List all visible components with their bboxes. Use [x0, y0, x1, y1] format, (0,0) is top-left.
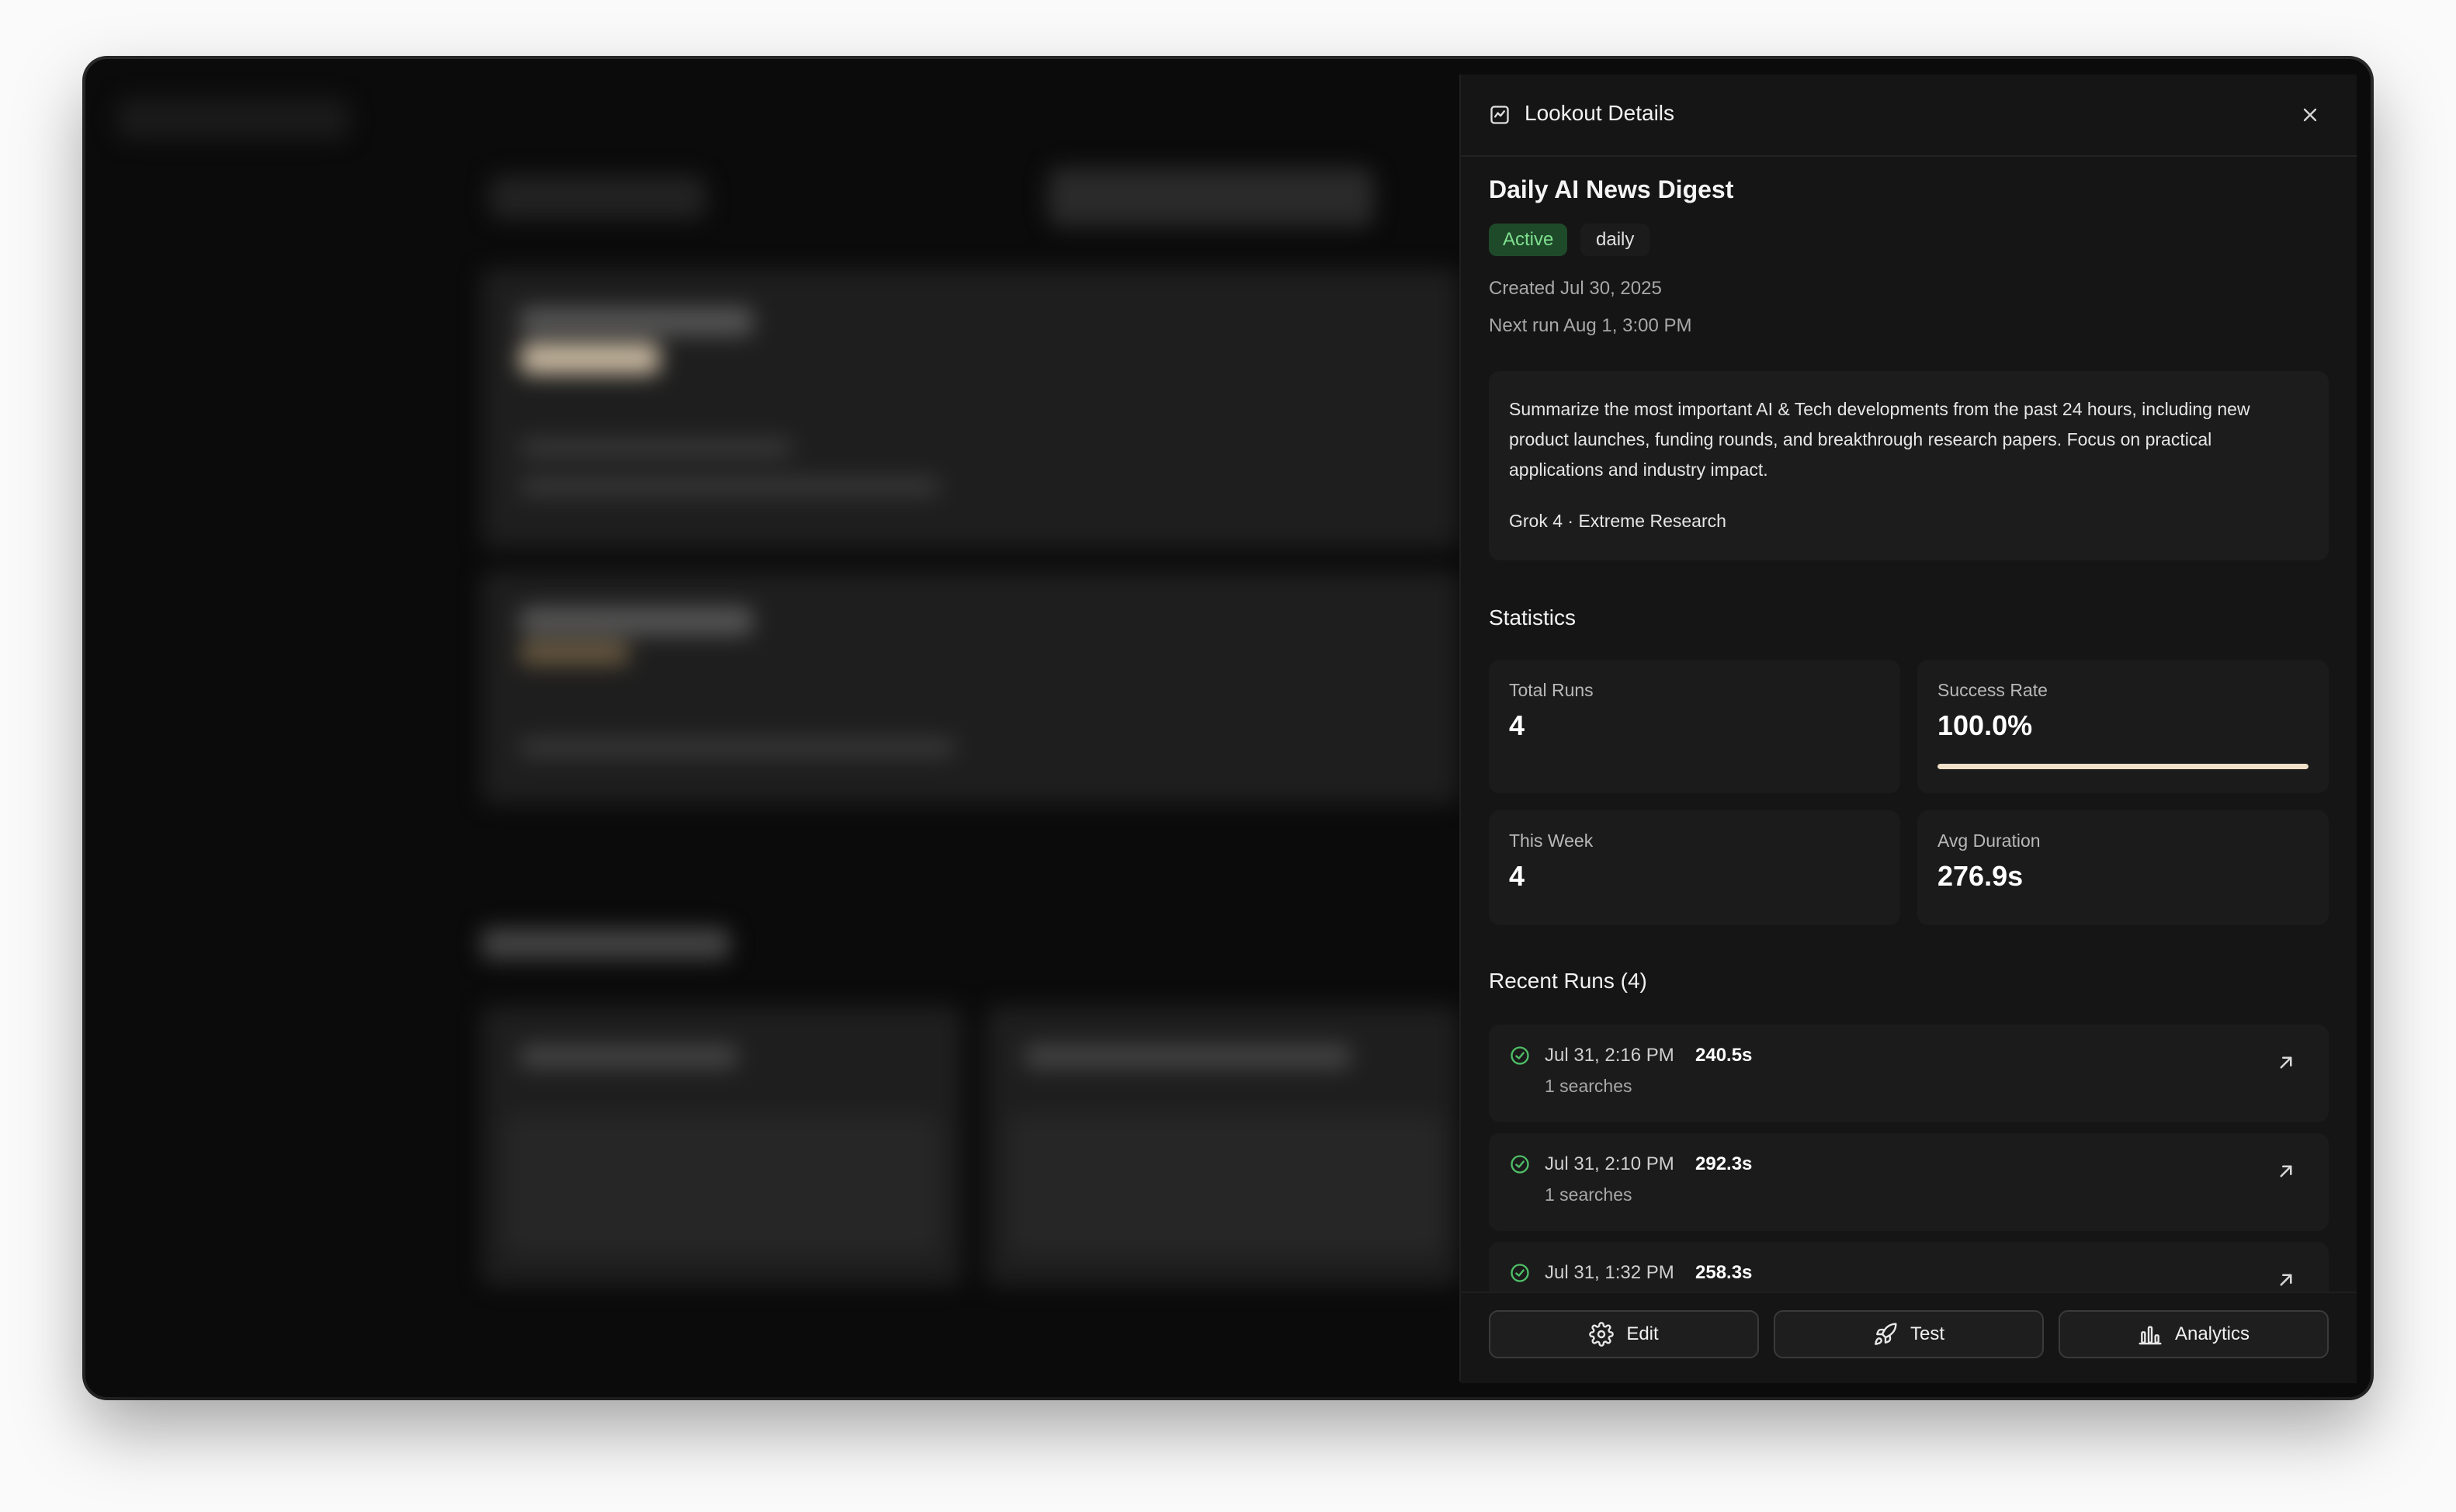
- stat-label: Success Rate: [1937, 680, 2048, 700]
- lookout-title: Daily AI News Digest: [1489, 175, 1734, 203]
- stat-card-success-rate: Success Rate 100.0%: [1917, 660, 2329, 793]
- stat-card-avg-duration: Avg Duration 276.9s: [1917, 810, 2329, 925]
- check-circle-icon: [1511, 1046, 1529, 1065]
- stat-label: This Week: [1509, 831, 1594, 851]
- check-circle-icon: [1511, 1155, 1529, 1174]
- panel-title: Lookout Details: [1525, 101, 1675, 125]
- edit-button-label: Edit: [1626, 1323, 1659, 1344]
- bg-card-4-title: [1025, 1045, 1351, 1068]
- bg-card-4-body: [1009, 1115, 1444, 1254]
- run-duration: 240.5s: [1695, 1045, 1753, 1066]
- bg-logo-block: [116, 98, 349, 140]
- recent-runs-title: Recent Runs (4): [1489, 969, 1647, 993]
- stat-value: 276.9s: [1937, 860, 2024, 892]
- success-rate-progress-fill: [1937, 764, 2309, 769]
- bg-card-2-title: [520, 607, 753, 635]
- stage: Lookout Details Daily AI News Digest Act…: [0, 0, 2456, 1512]
- created-date: Created Jul 30, 2025: [1489, 278, 1662, 299]
- app-window: Lookout Details Daily AI News Digest Act…: [85, 59, 2371, 1397]
- stat-card-total-runs: Total Runs 4: [1489, 660, 1900, 793]
- bg-card-3-body: [505, 1115, 939, 1254]
- stat-label: Avg Duration: [1937, 831, 2041, 851]
- run-duration: 258.3s: [1695, 1262, 1753, 1283]
- bg-card-1-line-1: [520, 439, 792, 456]
- stat-value: 4: [1509, 860, 1525, 892]
- bg-card-2-line: [520, 739, 955, 756]
- bg-section-title: [481, 928, 730, 959]
- bg-card-1-title: [520, 307, 753, 335]
- rocket-icon: [1875, 1323, 1897, 1345]
- panel-header: Lookout Details: [1461, 75, 2357, 157]
- bg-card-1-pill: [520, 343, 660, 374]
- prompt-box: Summarize the most important AI & Tech d…: [1489, 371, 2329, 560]
- arrow-up-right-icon[interactable]: [2274, 1160, 2298, 1183]
- panel-footer: Edit Test Analytics: [1461, 1292, 2357, 1383]
- gear-icon: [1589, 1322, 1615, 1347]
- arrow-up-right-icon[interactable]: [2274, 1051, 2298, 1074]
- run-duration: 292.3s: [1695, 1153, 1753, 1174]
- analytics-button[interactable]: Analytics: [2059, 1310, 2329, 1358]
- edit-button[interactable]: Edit: [1489, 1310, 1759, 1358]
- run-item[interactable]: Jul 31, 1:32 PM 258.3s: [1489, 1242, 2329, 1292]
- test-button-label: Test: [1910, 1323, 1944, 1344]
- stat-value: 100.0%: [1937, 709, 2033, 741]
- close-button[interactable]: [2295, 99, 2326, 130]
- close-icon: [2303, 108, 2317, 122]
- model-mode: Grok 4 · Extreme Research: [1509, 511, 1726, 531]
- lookout-details-panel: Lookout Details Daily AI News Digest Act…: [1459, 75, 2357, 1383]
- blurred-background-app: [85, 59, 1459, 1397]
- run-searches: 1 searches: [1545, 1076, 1632, 1096]
- recent-runs-list[interactable]: Jul 31, 2:16 PM 240.5s 1 searches Jul 31…: [1489, 1025, 2329, 1292]
- run-date: Jul 31, 2:16 PM: [1545, 1045, 1674, 1066]
- bg-tabs-block: [489, 175, 706, 219]
- activity-chart-icon: [1490, 106, 1509, 124]
- check-circle-icon: [1511, 1264, 1529, 1282]
- run-item[interactable]: Jul 31, 2:16 PM 240.5s 1 searches: [1489, 1025, 2329, 1122]
- run-item[interactable]: Jul 31, 2:10 PM 292.3s 1 searches: [1489, 1133, 2329, 1231]
- status-badge: Active: [1489, 224, 1568, 256]
- bg-card-3-title: [520, 1045, 737, 1068]
- stat-value: 4: [1509, 709, 1525, 741]
- arrow-up-right-icon[interactable]: [2274, 1268, 2298, 1292]
- prompt-text: Summarize the most important AI & Tech d…: [1509, 399, 2250, 480]
- statistics-title: Statistics: [1489, 605, 1577, 629]
- bg-card-2-pill: [520, 641, 629, 664]
- analytics-button-label: Analytics: [2174, 1323, 2250, 1344]
- bg-card-1-line-2: [520, 478, 939, 495]
- bg-new-button-block: [1048, 168, 1374, 227]
- frequency-badge: daily: [1580, 224, 1650, 256]
- bg-card-2: [481, 571, 1459, 804]
- test-button[interactable]: Test: [1774, 1310, 2044, 1358]
- bar-chart-icon: [2139, 1326, 2162, 1345]
- run-date: Jul 31, 2:10 PM: [1545, 1153, 1674, 1174]
- success-rate-progress-bar: [1937, 764, 2309, 769]
- stat-card-this-week: This Week 4: [1489, 810, 1900, 925]
- next-run-date: Next run Aug 1, 3:00 PM: [1489, 315, 1692, 336]
- stat-label: Total Runs: [1509, 680, 1594, 700]
- run-searches: 1 searches: [1545, 1184, 1632, 1205]
- run-date: Jul 31, 1:32 PM: [1545, 1262, 1674, 1283]
